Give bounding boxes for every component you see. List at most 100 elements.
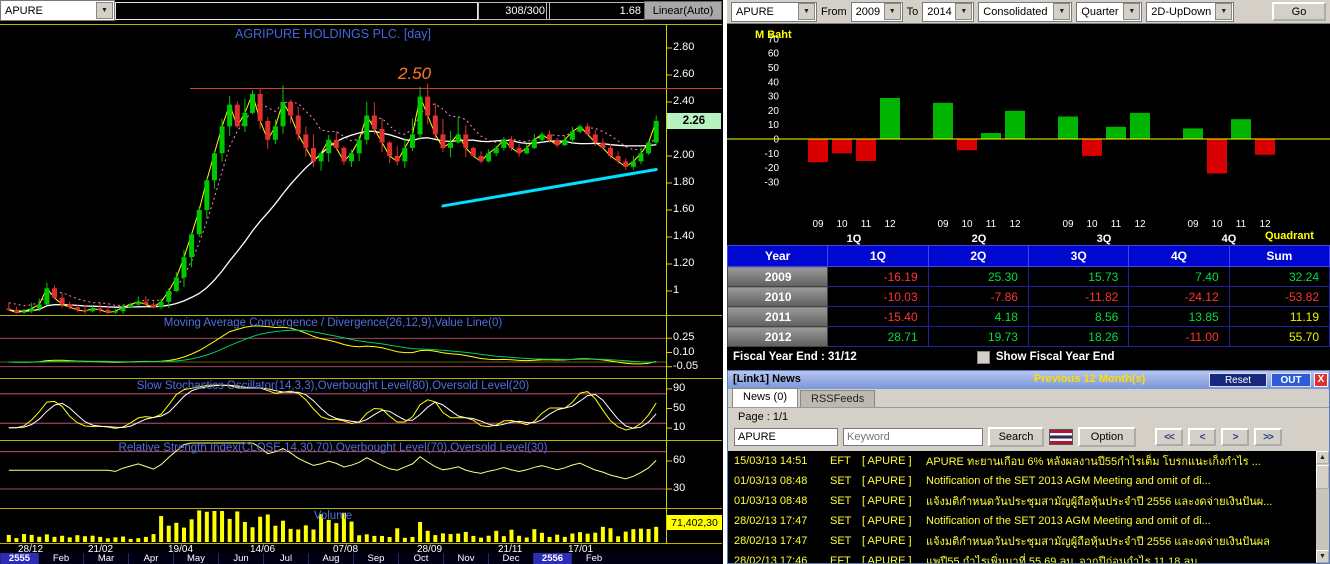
chevron-down-icon[interactable]: ▼ (955, 3, 973, 20)
timeline-month[interactable]: Oct (398, 553, 443, 564)
svg-text:10: 10 (1086, 219, 1098, 230)
show-fiscal-year-checkbox[interactable] (976, 350, 990, 364)
news-datetime: 01/03/13 08:48 (734, 495, 808, 507)
timeline-month[interactable]: Sep (353, 553, 398, 564)
chevron-down-icon[interactable]: ▼ (883, 3, 901, 20)
reset-button[interactable]: Reset (1209, 373, 1267, 387)
news-controls: Search Option << < > >> (728, 425, 1329, 449)
scroll-up-icon[interactable]: ▲ (1316, 451, 1329, 464)
bar-counter: 308/300 (478, 2, 550, 20)
chevron-down-icon[interactable]: ▼ (1123, 3, 1141, 20)
out-button[interactable]: OUT (1271, 373, 1311, 387)
quarterly-bar-chart: 70 60 50 40 30 20 10 0 -10 -20 -30 09 10 11 12 1Q 09 10 11… (727, 24, 1330, 245)
volume-value-tag: 71,402,30 (667, 515, 722, 530)
svg-text:1Q: 1Q (847, 233, 862, 245)
price-axis-label: 0.25 (673, 331, 695, 344)
y-axis-unit-label: M Baht (755, 29, 792, 41)
price-axis-label: -0.05 (673, 359, 699, 372)
timeline-bar[interactable]: 2555 Feb Mar Apr May Jun Jul Aug Sep Oct Nov Dec 255… (0, 553, 723, 564)
news-symbol: [ APURE ] (862, 475, 912, 487)
price-axis-label: 2.40 (673, 95, 695, 107)
timeline-month[interactable]: Nov (443, 553, 488, 564)
news-item[interactable]: 28/02/13 17:47 SET [ APURE ] แจ้งมติกำหนดวั… (728, 531, 1329, 551)
scrollbar-thumb[interactable] (1316, 465, 1329, 489)
news-source: SET (830, 495, 852, 507)
timeline-month[interactable]: Mar (83, 553, 128, 564)
to-year-combobox[interactable]: 2014 ▼ (922, 1, 975, 22)
timeline-year[interactable]: 2555 (0, 553, 38, 564)
news-headline: Notification of the SET 2013 AGM Meeting… (926, 515, 1211, 527)
table-row[interactable]: 2009 -16.19 25.30 15.73 7.40 32.24 (726, 266, 1330, 287)
period-combobox[interactable]: Quarter ▼ (1076, 1, 1143, 22)
timeline-month[interactable]: Aug (308, 553, 353, 564)
price-line-label: 2.50 (398, 64, 432, 83)
timeline-month[interactable]: Dec (488, 553, 533, 564)
table-row[interactable]: 2012 28.71 19.73 18.26 -11.00 55.70 (726, 326, 1330, 347)
price-axis-label: 1.80 (673, 176, 695, 188)
timeline-year[interactable]: 2556 (533, 553, 571, 564)
tab-rssfeeds[interactable]: RSSFeeds (800, 390, 876, 407)
chevron-down-icon[interactable]: ▼ (1053, 3, 1071, 20)
table-cell: -11.00 (1128, 326, 1230, 347)
chart-style-combobox[interactable]: 2D-UpDown ▼ (1146, 1, 1235, 22)
chevron-down-icon[interactable]: ▼ (96, 2, 113, 19)
price-axis: 2.80 2.60 2.40 2.00 1.80 1.60 1.40 1.20 1 0.25 0.1… (666, 0, 723, 564)
news-body: Page : 1/1 Search Option << < > >> (728, 408, 1329, 451)
news-pagination: << < > >> (1155, 428, 1282, 446)
table-cell: 25.30 (927, 266, 1029, 287)
keyword-input[interactable] (843, 428, 983, 446)
financials-panel: APURE ▼ From 2009 ▼ To 2014 ▼ Consolidat… (726, 0, 1330, 564)
from-year-combobox[interactable]: 2009 ▼ (850, 1, 903, 22)
table-row[interactable]: 2010 -10.03 -7.86 -11.82 -24.12 -53.82 (726, 286, 1330, 307)
prev-page-button[interactable]: < (1188, 428, 1216, 446)
timeline-month[interactable]: Feb (38, 553, 83, 564)
symbol-value: APURE (736, 5, 774, 18)
news-source: EFT (830, 555, 851, 563)
news-scrollbar[interactable]: ▲ ▼ (1316, 451, 1329, 563)
news-headline: แพปี55 กำไรเพิ่มมาที่ 55.69 ลบ. จากปีก่อ… (926, 556, 1201, 563)
svg-text:11: 11 (986, 219, 997, 230)
timeline-month[interactable]: Feb (571, 553, 616, 564)
option-button[interactable]: Option (1078, 427, 1136, 447)
stochastics-panel-title: Slow Stochastics Oscillator(14,3,3),Over… (136, 380, 530, 392)
table-cell-sum: -53.82 (1228, 286, 1330, 307)
news-item[interactable]: 01/03/13 08:48 SET [ APURE ] Notification o… (728, 471, 1329, 491)
timeline-month[interactable]: May (173, 553, 218, 564)
chevron-down-icon[interactable]: ▼ (1215, 3, 1233, 20)
news-item[interactable]: 01/03/13 08:48 SET [ APURE ] แจ้งมติกำหนดวั… (728, 491, 1329, 511)
table-cell: -7.86 (927, 286, 1029, 307)
last-page-button[interactable]: >> (1254, 428, 1282, 446)
timeline-month[interactable]: Apr (128, 553, 173, 564)
chevron-down-icon[interactable]: ▼ (798, 3, 815, 20)
news-item[interactable]: 15/03/13 14:51 EFT [ APURE ] APURE ทะยานเกื… (728, 451, 1329, 471)
scroll-down-icon[interactable]: ▼ (1316, 550, 1329, 563)
price-axis-label: 2.80 (673, 41, 695, 53)
tab-news[interactable]: News (0) (732, 388, 799, 407)
news-symbol-input[interactable] (734, 428, 838, 446)
timeline-month[interactable]: Jun (218, 553, 263, 564)
go-button[interactable]: Go (1272, 2, 1326, 21)
symbol-combobox[interactable]: APURE ▼ (0, 0, 115, 21)
news-item[interactable]: 28/02/13 17:46 EFT [ APURE ] แพปี55 กำไรเพิ… (728, 551, 1329, 563)
svg-text:30: 30 (768, 92, 780, 103)
svg-text:10: 10 (768, 120, 780, 131)
symbol-combobox-right[interactable]: APURE ▼ (731, 1, 817, 22)
news-item[interactable]: 28/02/13 17:47 SET [ APURE ] Notification o… (728, 511, 1329, 531)
svg-text:12: 12 (1009, 219, 1021, 230)
table-header-sum: Sum (1228, 245, 1330, 267)
chart-style-value: 2D-UpDown (1151, 5, 1212, 18)
next-page-button[interactable]: > (1221, 428, 1249, 446)
show-fiscal-year-label: Show Fiscal Year End (995, 351, 1115, 363)
news-symbol: [ APURE ] (862, 455, 912, 467)
price-axis-label: 2.60 (673, 68, 695, 80)
first-page-button[interactable]: << (1155, 428, 1183, 446)
command-input[interactable] (115, 2, 478, 20)
thailand-flag-icon[interactable] (1049, 429, 1073, 445)
statement-combobox[interactable]: Consolidated ▼ (978, 1, 1073, 22)
table-row[interactable]: 2011 -15.40 4.18 8.56 13.85 11.19 (726, 306, 1330, 327)
timeline-month[interactable]: Jul (263, 553, 308, 564)
close-icon[interactable]: X (1314, 373, 1328, 387)
search-button[interactable]: Search (988, 427, 1044, 447)
quadrant-label: Quadrant (1265, 230, 1314, 242)
chart-title: AGRIPURE HOLDINGS PLC. [day] (235, 27, 431, 41)
